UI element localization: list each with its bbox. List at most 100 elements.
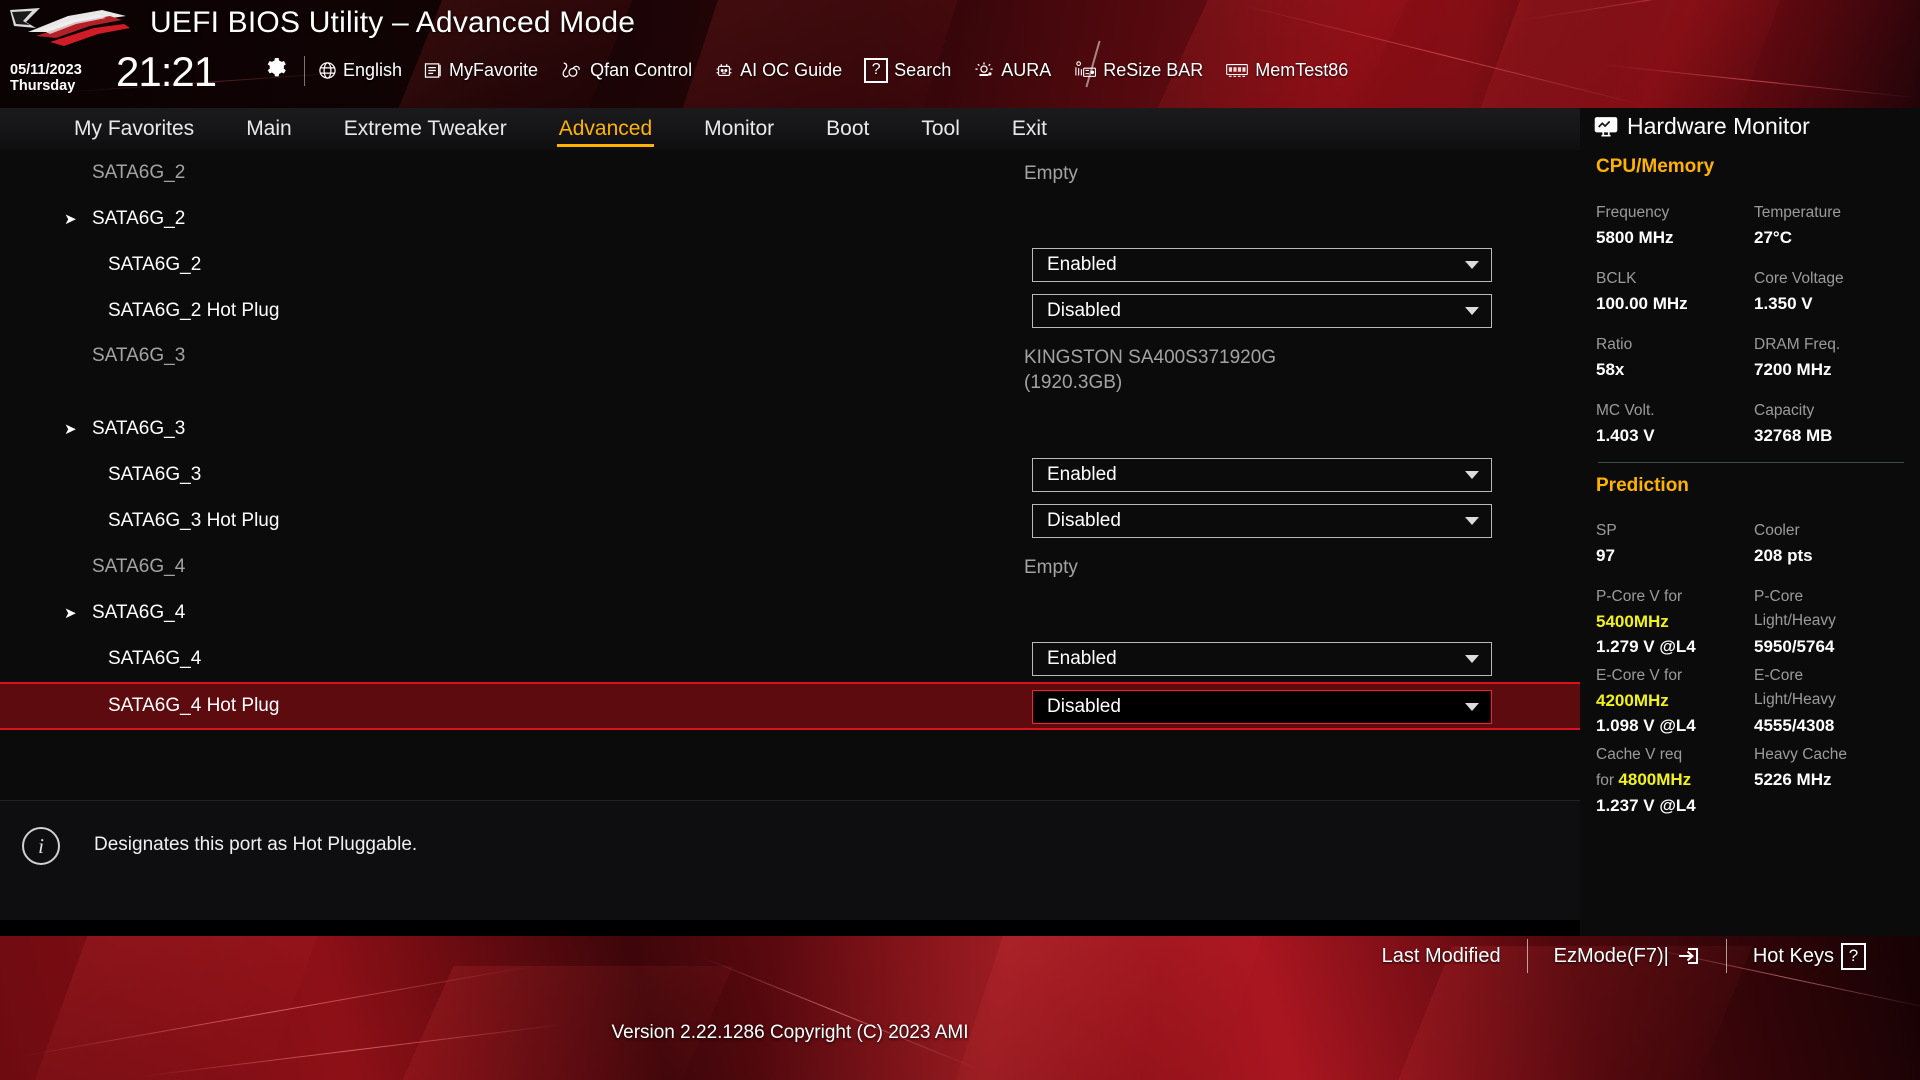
toolbar-item-memtest86[interactable]: MemTest86 [1225,60,1348,81]
prediction-value-pcore-v: 1.279 V @L4 [1596,637,1696,656]
setting-label: SATA6G_2 [92,162,186,183]
prediction-value-heavy-cache: 5226 MHz [1754,770,1832,789]
setting-value: Empty [1024,162,1078,184]
dropdown-sata6g2-hotplug[interactable]: Disabled [1032,294,1492,328]
last-modified-label: Last Modified [1381,944,1501,967]
table-row: SATA6G_2 Enabled [0,242,1580,288]
info-icon: i [22,827,60,865]
dropdown-sata6g3-enable[interactable]: Enabled [1032,458,1492,492]
table-row: SATA6G_3 KINGSTON SA400S371920G (1920.3G… [0,334,1580,406]
tab-boot[interactable]: Boot [800,108,895,150]
divider [1598,462,1904,463]
date-value: 05/11/2023 [10,62,82,78]
metric-value-frequency: 5800 MHz [1596,228,1674,247]
metric-value-cooler: 208 pts [1754,546,1813,565]
dropdown-value: Disabled [1047,696,1121,717]
table-row[interactable]: ➤ SATA6G_2 [0,196,1580,242]
ezmode-button[interactable]: EzMode(F7)| [1528,945,1726,968]
table-row-selected[interactable]: SATA6G_4 Hot Plug Disabled [0,682,1580,730]
tab-main[interactable]: Main [220,108,318,150]
toolbar-item-search[interactable]: ? Search [864,57,952,83]
metric-label-dram-freq: DRAM Freq. [1754,336,1841,353]
hotkeys-button[interactable]: Hot Keys ? [1727,942,1892,970]
last-modified-button[interactable]: Last Modified [1356,945,1527,968]
metric-value-dram-freq: 7200 MHz [1754,360,1832,379]
toolbar-item-aura[interactable]: AURA [973,60,1051,81]
section-title-prediction: Prediction [1596,475,1689,496]
footer-bar: Last Modified EzMode(F7)| Hot Keys ? Ver… [0,936,1920,1080]
footer-actions: Last Modified EzMode(F7)| Hot Keys ? [1356,936,1892,984]
toolbar-label: MyFavorite [449,59,539,80]
metric-label-bclk: BCLK [1596,270,1637,287]
toolbar-item-qfan-control[interactable]: Qfan Control [560,60,692,81]
toolbar-label: English [343,59,403,80]
scrollbar[interactable] [1546,150,1556,800]
tab-extreme-tweaker[interactable]: Extreme Tweaker [318,108,533,150]
help-panel: i Designates this port as Hot Pluggable. [0,800,1580,920]
title-bar: UEFI BIOS Utility – Advanced Mode 05/11/… [0,0,1920,108]
table-row[interactable]: ➤ SATA6G_4 [0,590,1580,636]
setting-label: SATA6G_4 [92,602,186,623]
footer-decoration [699,956,979,1070]
setting-label: SATA6G_3 [108,464,202,485]
tab-my-favorites[interactable]: My Favorites [48,108,220,150]
metric-label-ratio: Ratio [1596,336,1633,353]
setting-label: SATA6G_4 [108,648,202,669]
metric-value-sp: 97 [1596,546,1615,565]
toolbar-item-ai-oc-guide[interactable]: AI OC Guide [714,60,842,81]
table-row: SATA6G_4 Enabled [0,636,1580,682]
chevron-down-icon [1465,261,1479,269]
toolbar-label: Search [894,59,952,80]
setting-label: SATA6G_2 [108,254,202,275]
table-row: SATA6G_4 Empty [0,544,1580,590]
metric-value-ratio: 58x [1596,360,1625,379]
prediction-label-cache-for: for [1596,772,1615,789]
system-date: 05/11/2023 Thursday [10,62,110,94]
dropdown-value: Enabled [1047,254,1117,275]
dropdown-sata6g4-enable[interactable]: Enabled [1032,642,1492,676]
metric-label-sp: SP [1596,522,1617,539]
toolbar-item-language[interactable]: English [318,60,402,81]
metric-label-cooler: Cooler [1754,522,1800,539]
toolbar-label: Qfan Control [590,59,693,80]
main-navigation: My Favorites Main Extreme Tweaker Advanc… [0,108,1580,150]
table-row: SATA6G_2 Empty [0,150,1580,196]
toolbar-item-myfavorite[interactable]: MyFavorite [424,60,538,81]
section-title-cpu-memory: CPU/Memory [1596,156,1715,177]
settings-list: SATA6G_2 Empty ➤ SATA6G_2 SATA6G_2 Enabl… [0,150,1580,800]
table-row: SATA6G_3 Enabled [0,452,1580,498]
prediction-freq-pcore: 5400MHz [1596,612,1669,631]
setting-label: SATA6G_3 [92,345,186,366]
toolbar-label: AURA [1001,59,1052,80]
tab-monitor[interactable]: Monitor [678,108,800,150]
prediction-label-ecore-lh: Light/Heavy [1754,691,1836,708]
metric-label-frequency: Frequency [1596,204,1670,221]
metric-label-capacity: Capacity [1754,402,1815,419]
tab-tool[interactable]: Tool [895,108,986,150]
metric-value-temperature: 27°C [1754,228,1792,247]
dropdown-sata6g3-hotplug[interactable]: Disabled [1032,504,1492,538]
dropdown-value: Enabled [1047,648,1117,669]
question-box-icon: ? [1841,942,1866,970]
setting-value: KINGSTON SA400S371920G (1920.3GB) [1024,347,1277,393]
dropdown-sata6g2-enable[interactable]: Enabled [1032,248,1492,282]
chevron-down-icon [1465,517,1479,525]
prediction-label-pcore: P-Core [1754,588,1804,605]
chevron-right-icon: ➤ [64,211,77,228]
gear-icon[interactable] [265,55,289,79]
hotkeys-label: Hot Keys [1752,944,1834,967]
setting-label: SATA6G_2 Hot Plug [108,300,280,321]
weekday-value: Thursday [10,78,76,94]
tab-exit[interactable]: Exit [986,108,1073,150]
chevron-right-icon: ➤ [64,421,77,438]
table-row[interactable]: ➤ SATA6G_3 [0,406,1580,452]
header-divider [304,56,305,86]
dropdown-sata6g4-hotplug[interactable]: Disabled [1032,690,1492,724]
metric-label-temperature: Temperature [1754,204,1842,221]
setting-value: Empty [1024,556,1078,578]
metric-label-core-voltage: Core Voltage [1754,270,1844,287]
footer-decoration [950,936,1270,1080]
hardware-monitor-title-label: Hardware Monitor [1627,113,1810,139]
tab-advanced[interactable]: Advanced [533,108,678,150]
